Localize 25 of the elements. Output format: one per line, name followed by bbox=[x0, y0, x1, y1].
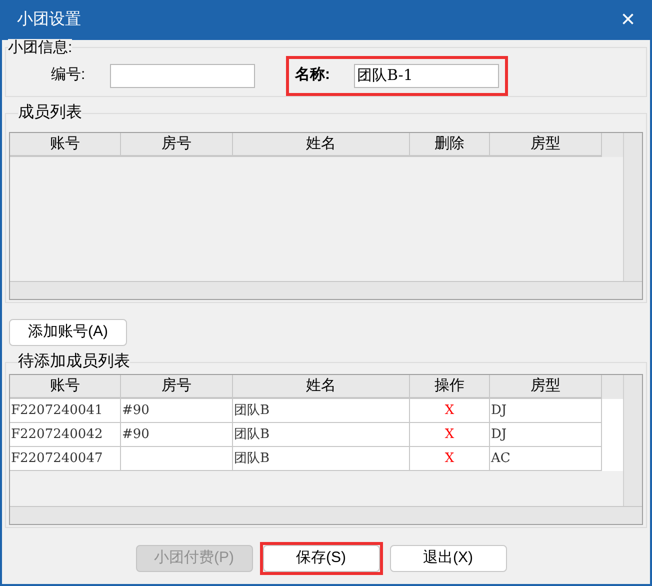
table-cell: 团队B bbox=[233, 447, 410, 471]
vertical-scrollbar[interactable] bbox=[623, 133, 642, 281]
horizontal-scrollbar[interactable] bbox=[10, 506, 642, 524]
column-header[interactable]: 姓名 bbox=[233, 133, 410, 157]
field-label: 名称: bbox=[295, 65, 331, 86]
dialog-button[interactable]: 保存(S) bbox=[262, 545, 380, 572]
column-header[interactable]: 房号 bbox=[121, 133, 233, 157]
group-title: 待添加成员列表 bbox=[18, 353, 130, 371]
table-cell: F2207240047 bbox=[10, 447, 121, 471]
group-title: 成员列表 bbox=[18, 104, 82, 122]
window-title: 小团设置 bbox=[17, 10, 81, 30]
table-cell: AC bbox=[490, 447, 602, 471]
horizontal-scrollbar[interactable] bbox=[10, 281, 642, 299]
close-button[interactable]: × bbox=[620, 8, 635, 32]
text-field[interactable]: 团队B-1 bbox=[354, 64, 499, 88]
delete-cell[interactable]: X bbox=[410, 447, 490, 471]
group-title: 小团信息: bbox=[8, 39, 72, 56]
column-header[interactable]: 账号 bbox=[10, 133, 121, 157]
column-header[interactable]: 删除 bbox=[410, 133, 490, 157]
column-header[interactable]: 房型 bbox=[490, 133, 602, 157]
field-label: 编号: bbox=[51, 65, 86, 86]
dialog-button[interactable]: 退出(X) bbox=[390, 545, 506, 572]
add-account-button[interactable]: 添加账号(A) bbox=[9, 319, 127, 346]
vertical-scrollbar[interactable] bbox=[623, 375, 642, 506]
text-field[interactable] bbox=[110, 64, 255, 88]
